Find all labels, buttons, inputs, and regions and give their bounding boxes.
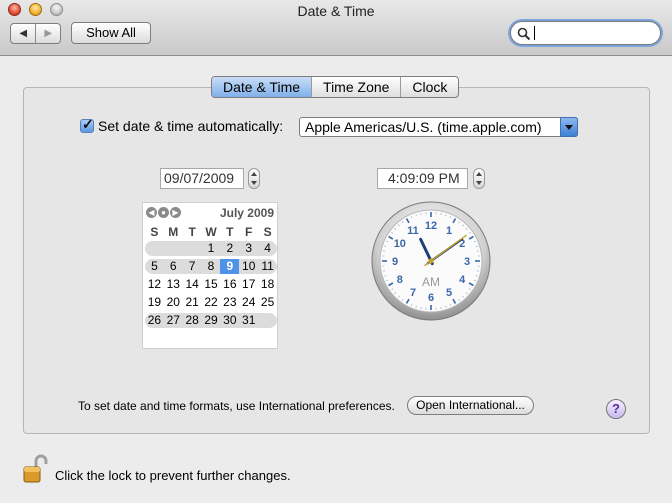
time-server-popup[interactable]: Apple Americas/U.S. (time.apple.com)	[299, 117, 578, 137]
time-stepper[interactable]	[473, 168, 485, 189]
date-stepper[interactable]	[248, 168, 260, 189]
weekday-label: M	[168, 225, 179, 239]
calendar-week: 19 20 21 22 23 24 25	[145, 295, 277, 310]
calendar-day[interactable]: 20	[164, 295, 183, 310]
calendar-week: 26 27 28 29 30 31	[145, 313, 277, 328]
calendar-day[interactable]: 27	[164, 313, 183, 328]
calendar-day[interactable]: 5	[145, 259, 164, 274]
tab-date-time[interactable]: Date & Time	[212, 77, 312, 97]
weekday-label: T	[188, 225, 196, 239]
calendar-day[interactable]: 1	[202, 241, 221, 256]
next-month-icon[interactable]: ▶	[170, 207, 181, 218]
calendar-day[interactable]: 3	[239, 241, 258, 256]
calendar-week: 12 13 14 15 16 17 18	[145, 277, 277, 292]
calendar-day[interactable]: 6	[164, 259, 183, 274]
clock-number: 6	[428, 292, 434, 304]
calendar-day[interactable]: 31	[239, 313, 258, 328]
weekday-label: W	[205, 225, 217, 239]
time-server-value: Apple Americas/U.S. (time.apple.com)	[305, 119, 542, 135]
calendar-day[interactable]: 7	[183, 259, 202, 274]
clock-number: 8	[397, 274, 403, 286]
calendar-week: 5 6 7 8 9 10 11	[145, 259, 277, 274]
previous-month-icon[interactable]: ◀	[146, 207, 157, 218]
help-button[interactable]: ?	[606, 399, 626, 419]
calendar-day[interactable]: 18	[258, 277, 277, 292]
calendar-day[interactable]: 13	[164, 277, 183, 292]
content-panel	[23, 87, 650, 434]
today-icon[interactable]: ●	[158, 207, 169, 218]
clock-number: 11	[407, 225, 419, 237]
calendar-day[interactable]: 16	[220, 277, 239, 292]
clock-number: 9	[392, 256, 398, 268]
open-international-button[interactable]: Open International...	[407, 396, 534, 415]
show-all-button[interactable]: Show All	[71, 22, 151, 44]
tab-bar: Date & Time Time Zone Clock	[211, 76, 460, 98]
clock-number: 12	[425, 220, 437, 232]
analog-clock: 12 1234567891011 AM	[371, 201, 491, 321]
calendar-day[interactable]: 28	[183, 313, 202, 328]
calendar-day[interactable]: 29	[202, 313, 221, 328]
weekday-header: S M T W T F S	[145, 225, 277, 239]
time-field[interactable]: 4:09:09 PM	[377, 168, 468, 189]
calendar-day[interactable]: 17	[239, 277, 258, 292]
calendar-day[interactable]: 10	[239, 259, 258, 274]
calendar-day[interactable]: 25	[258, 295, 277, 310]
weekday-label: S	[263, 225, 272, 239]
tab-clock[interactable]: Clock	[400, 77, 458, 97]
back-button[interactable]: ◀	[11, 24, 35, 43]
clock-number: 5	[446, 287, 452, 299]
forward-button[interactable]: ▶	[35, 24, 60, 43]
auto-time-checkbox[interactable]	[80, 116, 94, 133]
calendar-day[interactable]	[145, 241, 164, 256]
text-cursor	[534, 26, 535, 40]
calendar-day[interactable]	[183, 241, 202, 256]
back-forward-group: ◀ ▶	[10, 23, 61, 44]
clock-center	[428, 258, 434, 264]
search-icon	[517, 27, 531, 41]
clock-number: 1	[446, 225, 452, 237]
clock-number: 7	[410, 287, 416, 299]
calendar-day[interactable]: 14	[183, 277, 202, 292]
popup-arrow-icon	[560, 117, 578, 137]
calendar-day[interactable]: 26	[145, 313, 164, 328]
auto-time-label: Set date & time automatically:	[98, 118, 284, 134]
calendar-day[interactable]: 24	[239, 295, 258, 310]
calendar-nav: ◀ ● ▶	[146, 207, 181, 218]
calendar-day[interactable]: 21	[183, 295, 202, 310]
calendar-day[interactable]: 30	[220, 313, 239, 328]
calendar-day[interactable]	[164, 241, 183, 256]
lock-text: Click the lock to prevent further change…	[55, 468, 291, 483]
date-field[interactable]: 09/07/2009	[160, 168, 244, 189]
auto-time-row: Set date & time automatically:	[80, 116, 284, 134]
calendar-day[interactable]: 12	[145, 277, 164, 292]
calendar-day[interactable]: 23	[220, 295, 239, 310]
clock-period: AM	[422, 275, 440, 289]
window-title: Date & Time	[297, 3, 375, 19]
calendar-day[interactable]: 4	[258, 241, 277, 256]
calendar: ◀ ● ▶ July 2009 S M T W T F S 1 2 3 4 5 …	[142, 202, 278, 349]
clock-number: 3	[464, 256, 470, 268]
calendar-week: 1 2 3 4	[145, 241, 277, 256]
calendar-month: July 2009	[219, 206, 274, 220]
calendar-day[interactable]: 2	[220, 241, 239, 256]
calendar-day[interactable]: 8	[202, 259, 221, 274]
clock-number: 4	[459, 274, 466, 286]
title-bar: Date & Time ◀ ▶ Show All	[0, 0, 672, 56]
calendar-day[interactable]: 15	[202, 277, 221, 292]
calendar-day[interactable]: 11	[258, 259, 277, 274]
clock-number: 10	[394, 238, 406, 250]
formats-hint: To set date and time formats, use Intern…	[78, 399, 395, 413]
lock-icon[interactable]	[22, 454, 48, 484]
calendar-day[interactable]: 22	[202, 295, 221, 310]
weekday-label: T	[226, 225, 234, 239]
calendar-day[interactable]	[258, 313, 277, 328]
weekday-label: S	[150, 225, 159, 239]
calendar-day-selected[interactable]: 9	[220, 259, 240, 274]
tab-time-zone[interactable]: Time Zone	[311, 77, 400, 97]
weekday-label: F	[245, 225, 253, 239]
calendar-day[interactable]: 19	[145, 295, 164, 310]
search-field[interactable]	[510, 21, 661, 45]
